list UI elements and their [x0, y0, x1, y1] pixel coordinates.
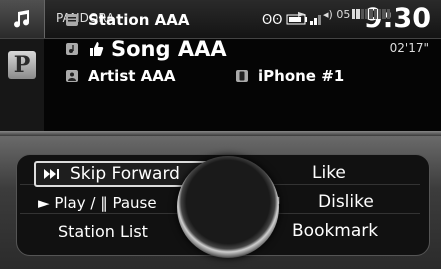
thumbs-up-icon: [90, 42, 104, 56]
music-note-icon: [14, 10, 30, 28]
pandora-logo[interactable]: P: [8, 51, 36, 79]
artist-icon: [66, 70, 78, 82]
bluetooth-battery-signal-icon: ʘʘ: [262, 13, 321, 27]
dislike-button[interactable]: Dislike: [318, 192, 374, 212]
play-pause-label: Play / ‖ Pause: [54, 194, 157, 212]
volume-meter-segment: [356, 9, 360, 19]
volume-meter-segment: [364, 9, 369, 19]
skip-forward-label: Skip Forward: [70, 164, 180, 184]
volume-readout: ◂) 05: [323, 8, 350, 21]
phone-icon: [236, 70, 248, 82]
song-icon: [66, 43, 78, 55]
station-row: Station AAA: [66, 11, 189, 29]
volume-meter-segment: [360, 9, 364, 19]
play-pause-button[interactable]: ► Play / ‖ Pause: [38, 194, 157, 212]
volume-meter: [352, 9, 390, 19]
svg-text:ʘʘ: ʘʘ: [262, 13, 282, 27]
play-icon: ►: [38, 194, 50, 212]
audio-source-tab[interactable]: [0, 0, 45, 38]
station-list-button[interactable]: Station List: [58, 222, 148, 241]
artist-name: Artist AAA: [88, 67, 176, 85]
play-status-icon: ►: [298, 9, 306, 20]
like-button[interactable]: Like: [312, 163, 346, 183]
bookmark-button[interactable]: Bookmark: [292, 221, 378, 241]
song-row: Song AAA: [66, 37, 227, 61]
elapsed-time: 02'17": [389, 41, 429, 55]
volume-meter-segment: [352, 9, 356, 19]
volume-meter-segment: [377, 9, 382, 19]
device-row: iPhone #1: [236, 67, 344, 85]
interface-dial[interactable]: [177, 156, 279, 258]
pandora-screen: PANDORA ʘʘ 9:30 P Station AAA Song AAA A…: [0, 0, 441, 269]
song-title: Song AAA: [111, 37, 227, 61]
skip-forward-icon: [44, 169, 59, 179]
device-name: iPhone #1: [258, 67, 345, 85]
volume-meter-segment: [369, 9, 373, 19]
volume-meter-segment: [382, 9, 386, 19]
left-column: P: [0, 39, 44, 131]
station-icon: [66, 14, 78, 26]
volume-speaker-icon: ◂): [323, 8, 333, 21]
artist-row: Artist AAA: [66, 67, 175, 85]
volume-meter-segment: [386, 9, 390, 19]
volume-value: 05: [336, 8, 351, 21]
station-name: Station AAA: [88, 11, 190, 29]
volume-meter-segment: [373, 9, 377, 19]
